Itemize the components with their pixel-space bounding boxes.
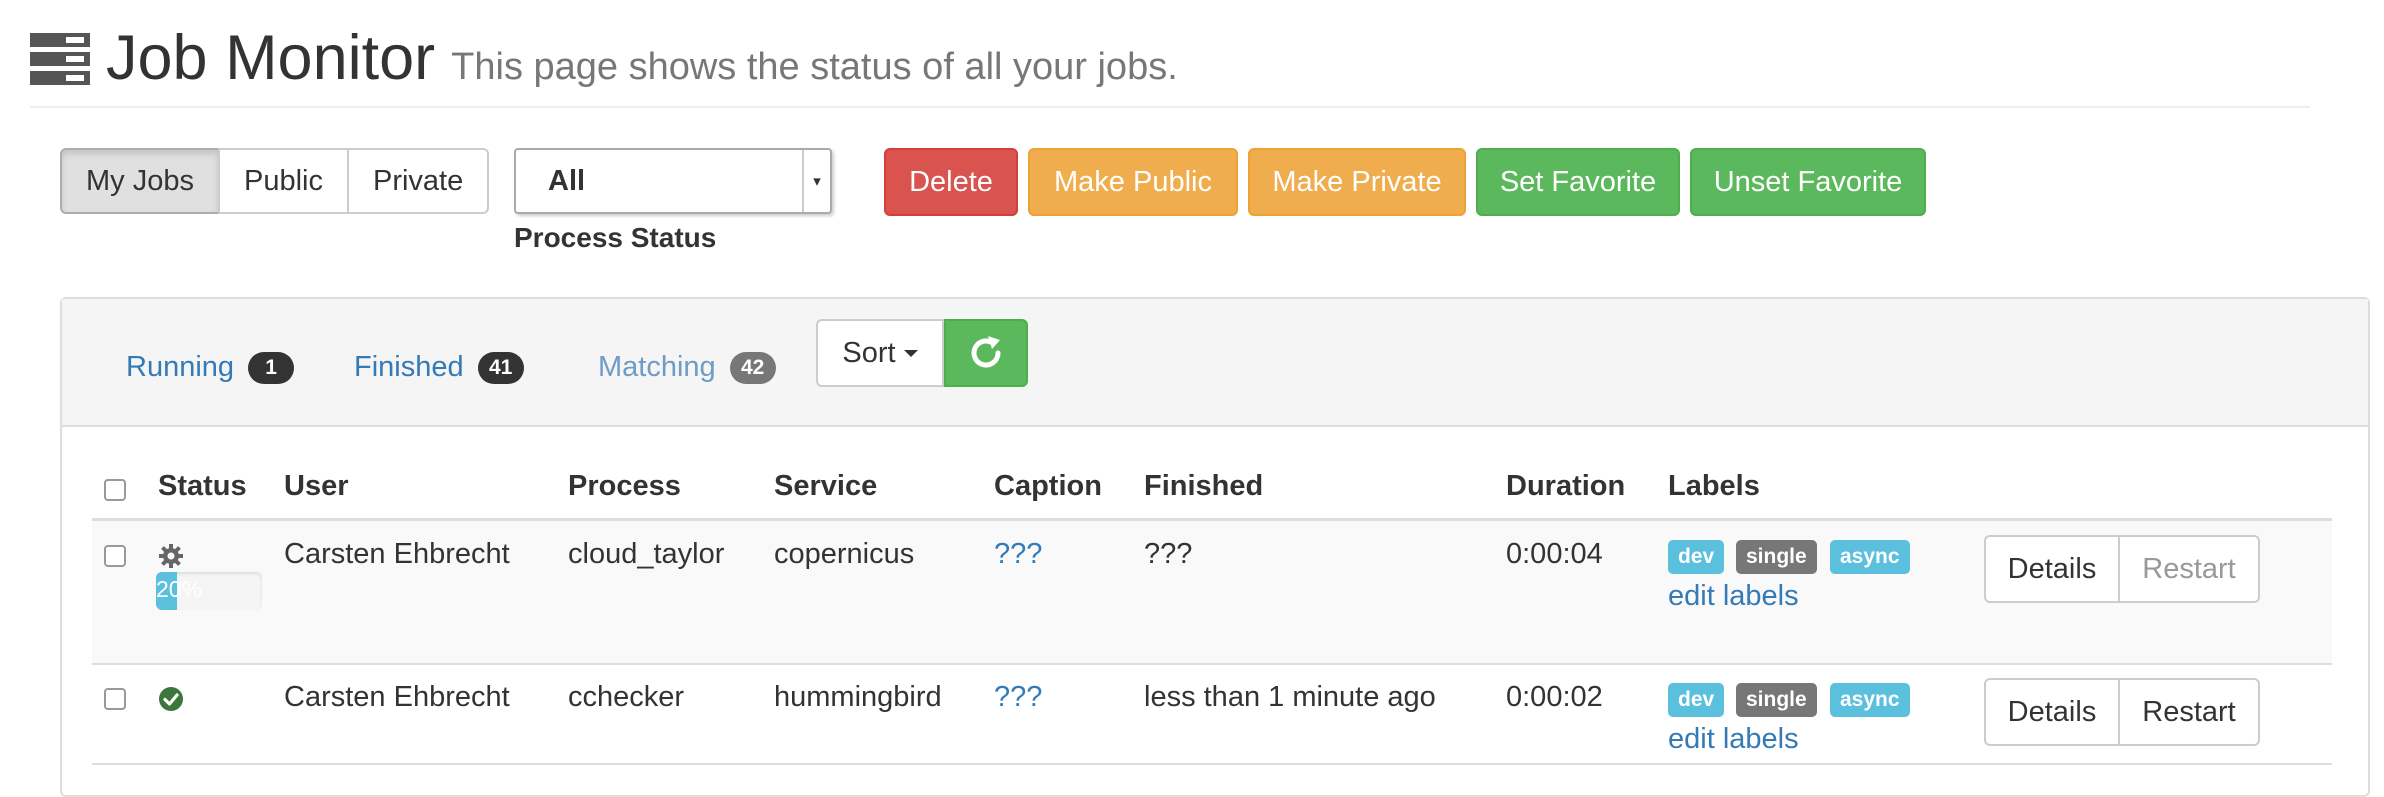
sort-label: Sort (842, 336, 896, 369)
edit-labels-link[interactable]: edit labels (1668, 580, 1799, 613)
running-filter[interactable]: Running 1 (126, 351, 295, 384)
finished-label: Finished (354, 351, 464, 383)
row-actions: Details Restart (1984, 535, 2260, 603)
job-scope-button-group: My Jobs Public Private (60, 148, 490, 214)
header-divider (30, 106, 2310, 108)
private-button[interactable]: Private (346, 148, 490, 214)
label-dev: dev (1668, 683, 1725, 717)
job-caption-link[interactable]: ??? (994, 681, 1042, 714)
page-title: Job Monitor (106, 23, 436, 93)
job-service: copernicus (774, 538, 915, 570)
unset-favorite-button[interactable]: Unset Favorite (1690, 148, 1926, 216)
job-duration: 0:00:02 (1506, 681, 1603, 713)
matching-label: Matching (598, 351, 716, 383)
job-duration: 0:00:04 (1506, 538, 1603, 570)
row-checkbox[interactable] (104, 688, 126, 710)
job-caption-link[interactable]: ??? (994, 538, 1042, 571)
matching-filter[interactable]: Matching 42 (598, 351, 776, 384)
details-button[interactable]: Details (1984, 535, 2120, 603)
progress-text: 20% (156, 576, 203, 602)
job-process: cchecker (568, 681, 685, 713)
row-divider (92, 763, 2332, 765)
make-private-button[interactable]: Make Private (1248, 148, 1466, 216)
process-status-label: Process Status (514, 222, 717, 253)
restart-button[interactable]: Restart (2118, 678, 2260, 746)
gear-icon (159, 544, 183, 568)
label-dev: dev (1668, 540, 1725, 574)
my-jobs-button[interactable]: My Jobs (60, 148, 220, 214)
select-all-checkbox[interactable] (104, 479, 126, 501)
check-circle-icon (159, 687, 183, 711)
row-checkbox[interactable] (104, 545, 126, 567)
edit-labels-link[interactable]: edit labels (1668, 723, 1799, 756)
server-stack-icon (30, 33, 90, 85)
matching-count-badge: 42 (729, 351, 776, 384)
label-async: async (1830, 683, 1910, 717)
page-subtitle: This page shows the status of all your j… (451, 46, 1178, 88)
delete-button[interactable]: Delete (884, 148, 1018, 216)
job-user: Carsten Ehbrecht (284, 538, 510, 570)
job-service: hummingbird (774, 681, 942, 713)
label-async: async (1830, 540, 1910, 574)
select-arrows-icon: ▾ (802, 150, 830, 212)
label-single: single (1736, 540, 1817, 574)
public-button[interactable]: Public (217, 148, 349, 214)
column-caption: Caption (994, 470, 1102, 502)
running-label: Running (126, 351, 235, 383)
job-progress-bar: 20% (156, 572, 262, 610)
make-public-button[interactable]: Make Public (1028, 148, 1238, 216)
sort-dropdown-button[interactable]: Sort (816, 319, 944, 387)
finished-count-badge: 41 (477, 351, 524, 384)
restart-button[interactable]: Restart (2118, 535, 2260, 603)
caret-down-icon (903, 349, 918, 357)
row-divider (92, 663, 2332, 665)
process-status-select[interactable]: All ▾ (514, 148, 832, 214)
refresh-button[interactable] (944, 319, 1028, 387)
job-finished: ??? (1144, 538, 1193, 570)
column-duration: Duration (1506, 470, 1626, 502)
running-count-badge: 1 (248, 351, 295, 384)
label-single: single (1736, 683, 1817, 717)
column-status: Status (158, 470, 247, 502)
job-user: Carsten Ehbrecht (284, 681, 510, 713)
details-button[interactable]: Details (1984, 678, 2120, 746)
job-finished: less than 1 minute ago (1144, 681, 1436, 713)
row-actions: Details Restart (1984, 678, 2260, 746)
finished-filter[interactable]: Finished 41 (354, 351, 524, 384)
page-header: Job Monitor This page shows the status o… (30, 22, 1178, 102)
column-service: Service (774, 470, 878, 502)
column-user: User (284, 470, 349, 502)
column-finished: Finished (1144, 470, 1264, 502)
process-status-value: All (548, 164, 586, 197)
set-favorite-button[interactable]: Set Favorite (1476, 148, 1680, 216)
column-process: Process (568, 470, 681, 502)
job-process: cloud_taylor (568, 538, 725, 570)
refresh-icon (971, 336, 1001, 368)
jobs-panel-heading: Running 1 Finished 41 Matching 42 Sort (62, 299, 2368, 427)
job-monitor-page: Job Monitor This page shows the status o… (0, 0, 2384, 797)
column-labels: Labels (1668, 470, 1760, 502)
